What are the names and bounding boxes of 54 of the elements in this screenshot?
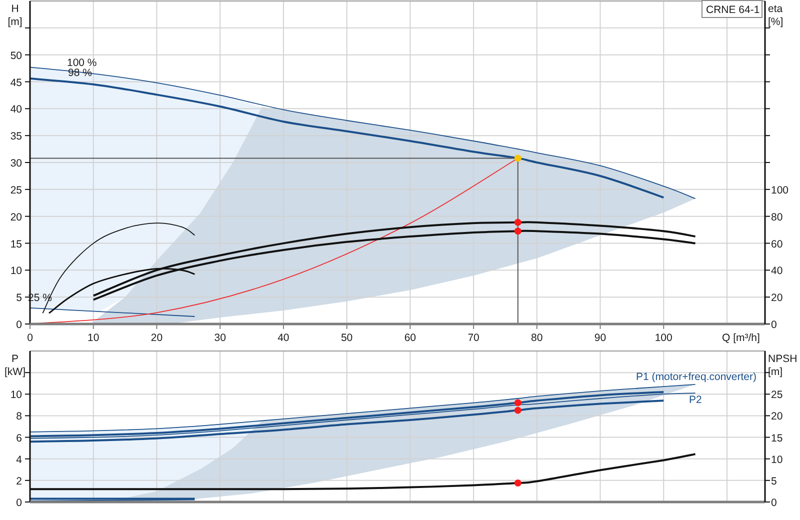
pump-model-label: CRNE 64-1 xyxy=(702,0,762,18)
axis-tick-label: 2 xyxy=(16,475,22,488)
axis-tick-label: 35 xyxy=(10,130,22,143)
axis-tick-label: 5 xyxy=(771,475,777,488)
axis-tick-label: 4 xyxy=(16,454,22,466)
axis-tick-label: 8 xyxy=(16,410,22,423)
curve-label: P1 (motor+freq.converter) xyxy=(636,371,757,383)
axis-label: Q [m³/h] xyxy=(722,332,760,344)
axis-tick-label: 20 xyxy=(771,410,783,423)
axis-tick-label: 0 xyxy=(771,497,777,509)
axis-tick-label: 70 xyxy=(468,332,480,344)
axis-label: NPSH xyxy=(768,353,798,365)
axis-label: eta xyxy=(768,3,783,15)
axis-tick-label: 0 xyxy=(27,332,33,344)
axis-tick-label: 10 xyxy=(771,454,783,466)
axis-unit: [kW] xyxy=(4,366,26,378)
curve-label: 100 % xyxy=(67,57,97,69)
axis-tick-label: 40 xyxy=(771,265,783,278)
axis-tick-label: 15 xyxy=(771,432,783,444)
axis-unit: [m] xyxy=(8,16,22,28)
axis-tick-label: 20 xyxy=(771,292,783,304)
axis-tick-label: 45 xyxy=(10,76,22,89)
axis-tick-label: 80 xyxy=(531,332,543,344)
axis-tick-label: 30 xyxy=(214,332,226,344)
axis-unit: [m] xyxy=(768,366,783,378)
axis-tick-label: 50 xyxy=(10,50,22,62)
axis-tick-label: 0 xyxy=(16,497,22,509)
chart-title: CRNE 64-1 xyxy=(706,4,760,16)
axis-tick-label: 10 xyxy=(88,332,100,344)
axis-tick-label: 60 xyxy=(771,238,783,250)
axis-tick-label: 60 xyxy=(404,332,416,344)
axis-tick-label: 40 xyxy=(278,332,290,344)
axis-tick-label: 10 xyxy=(10,265,22,278)
axis-label: P xyxy=(12,353,18,365)
axis-tick-label: 25 xyxy=(771,389,783,402)
axis-tick-label: 90 xyxy=(594,332,606,344)
axis-unit: [%] xyxy=(768,16,784,28)
axis-tick-label: 5 xyxy=(16,292,22,304)
axis-tick-label: 10 xyxy=(10,389,22,402)
axis-tick-label: 6 xyxy=(16,432,22,444)
axis-tick-label: 0 xyxy=(771,319,777,331)
axis-tick-label: 15 xyxy=(10,238,22,250)
axis-tick-label: 80 xyxy=(771,211,783,224)
axis-tick-label: 40 xyxy=(10,104,22,116)
axis-tick-label: 0 xyxy=(16,319,22,331)
axis-label: H xyxy=(11,3,19,15)
axis-tick-label: 50 xyxy=(340,332,353,344)
curve-label: P2 xyxy=(689,394,702,406)
axis-tick-label: 25 xyxy=(10,184,22,196)
axis-tick-label: 30 xyxy=(10,158,22,170)
axis-tick-label: 100 xyxy=(654,332,672,344)
axis-tick-label: 20 xyxy=(10,211,22,224)
axis-tick-label: 100 xyxy=(771,184,789,196)
axis-tick-label: 20 xyxy=(150,332,163,344)
